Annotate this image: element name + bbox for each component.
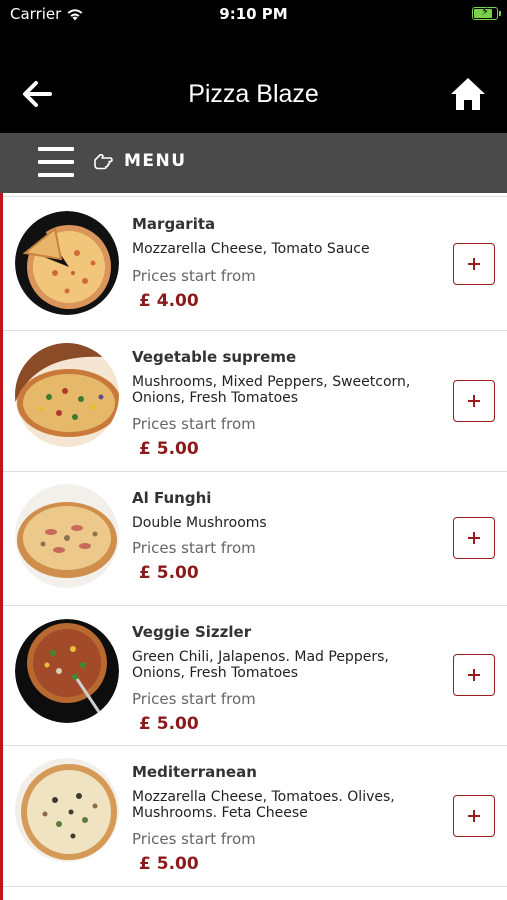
price-caption: Prices start from <box>132 830 256 848</box>
status-bar: Carrier 9:10 PM ⚡ <box>0 0 507 30</box>
item-description: Mozzarella Cheese, Tomato Sauce <box>132 241 370 257</box>
hamburger-line <box>38 160 74 164</box>
price-caption: Prices start from <box>132 267 256 285</box>
battery-icon: ⚡ <box>472 5 501 20</box>
price-caption: Prices start from <box>132 539 256 557</box>
add-to-cart-button[interactable] <box>453 517 495 559</box>
add-to-cart-button[interactable] <box>453 795 495 837</box>
menu-title: MENU <box>124 151 187 171</box>
item-name: Al Funghi <box>132 489 212 507</box>
item-description: Green Chili, Jalapenos. Mad Peppers, Oni… <box>132 649 389 681</box>
list-item[interactable]: Margarita Mozzarella Cheese, Tomato Sauc… <box>3 196 507 330</box>
add-to-cart-button[interactable] <box>453 380 495 422</box>
menu-bar: MENU <box>0 133 507 193</box>
app-header: Pizza Blaze <box>0 30 507 133</box>
item-description: Mushrooms, Mixed Peppers, Sweetcorn, Oni… <box>132 374 411 406</box>
vegetable-supreme-pizza-image <box>15 343 119 447</box>
item-price: £ 5.00 <box>139 439 199 459</box>
item-description: Mozzarella Cheese, Tomatoes. Olives, Mus… <box>132 789 395 821</box>
pointing-hand-icon <box>94 153 113 170</box>
list-item[interactable] <box>3 886 507 900</box>
item-name: Margarita <box>132 215 216 233</box>
mediterranean-pizza-image <box>15 758 119 862</box>
status-time: 9:10 PM <box>219 5 288 23</box>
list-item[interactable]: Vegetable supreme Mushrooms, Mixed Peppe… <box>3 330 507 471</box>
margarita-pizza-image <box>15 211 119 315</box>
price-caption: Prices start from <box>132 690 256 708</box>
item-name: Vegetable supreme <box>132 348 297 366</box>
list-item[interactable]: Mediterranean Mozzarella Cheese, Tomatoe… <box>3 745 507 886</box>
item-price: £ 4.00 <box>139 291 199 311</box>
item-price: £ 5.00 <box>139 714 199 734</box>
item-price: £ 5.00 <box>139 854 199 874</box>
list-item[interactable]: Al Funghi Double Mushrooms Prices start … <box>3 471 507 605</box>
item-name: Mediterranean <box>132 763 257 781</box>
item-price: £ 5.00 <box>139 563 199 583</box>
menu-item-list: Margarita Mozzarella Cheese, Tomato Sauc… <box>0 193 507 900</box>
hamburger-line <box>38 147 74 151</box>
home-icon <box>451 78 485 110</box>
al-funghi-pizza-image <box>15 484 119 588</box>
veggie-sizzler-pizza-image <box>15 619 119 723</box>
list-item[interactable]: Veggie Sizzler Green Chili, Jalapenos. M… <box>3 605 507 745</box>
charging-bolt-icon: ⚡ <box>481 5 489 18</box>
hamburger-menu-button[interactable] <box>38 145 74 179</box>
home-button[interactable] <box>449 76 487 112</box>
page-title: Pizza Blaze <box>188 80 319 108</box>
item-description: Double Mushrooms <box>132 515 267 531</box>
item-name: Veggie Sizzler <box>132 623 252 641</box>
add-to-cart-button[interactable] <box>453 654 495 696</box>
price-caption: Prices start from <box>132 415 256 433</box>
add-to-cart-button[interactable] <box>453 243 495 285</box>
hamburger-line <box>38 173 74 177</box>
